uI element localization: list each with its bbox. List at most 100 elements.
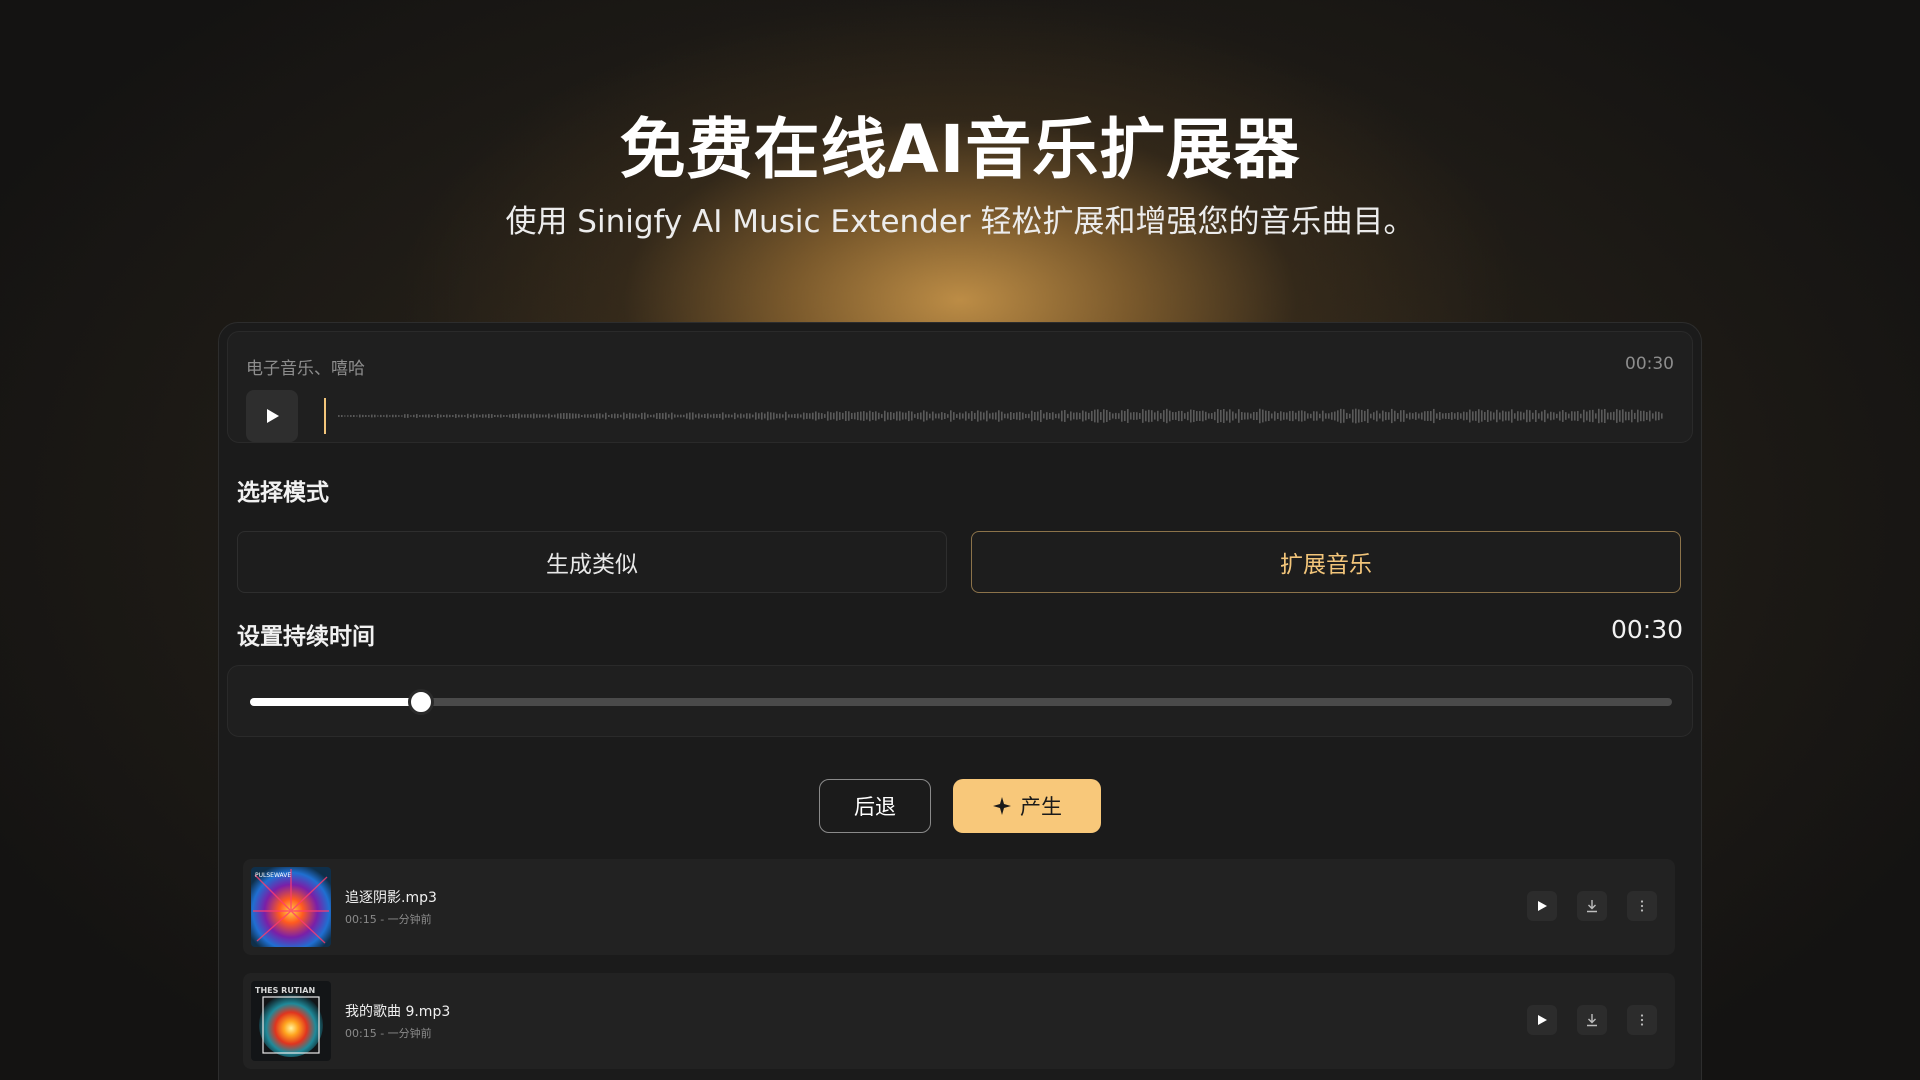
waveform-bar <box>1577 410 1579 422</box>
waveform-bar <box>743 414 745 418</box>
track-more-button[interactable] <box>1627 1005 1657 1035</box>
waveform-bar <box>1625 411 1627 421</box>
mode-extend-music-button[interactable]: 扩展音乐 <box>971 531 1681 593</box>
waveform-bar <box>806 413 808 419</box>
waveform-bar <box>623 412 625 420</box>
waveform-bar <box>911 411 913 421</box>
waveform-bar <box>1637 409 1639 423</box>
waveform-bar <box>1109 411 1111 421</box>
waveform-bar <box>1544 409 1546 423</box>
waveform-bar <box>1337 410 1339 422</box>
waveform-bar <box>1163 410 1165 422</box>
waveform-bar <box>1571 411 1573 421</box>
track-cover-art: THES RUTIAN <box>251 981 331 1061</box>
waveform-bar <box>665 412 667 420</box>
waveform-bar <box>878 412 880 420</box>
waveform-bar <box>761 412 763 420</box>
waveform-bar <box>1271 413 1273 419</box>
audio-waveform[interactable] <box>324 392 1664 440</box>
audio-play-button[interactable] <box>246 390 298 442</box>
waveform-bar <box>935 413 937 419</box>
waveform-bar <box>1145 410 1147 422</box>
waveform-bar <box>1529 410 1531 422</box>
waveform-bar <box>1394 410 1396 422</box>
waveform-bar <box>1553 412 1555 420</box>
waveform-bar <box>479 414 481 418</box>
mode-generate-similar-button[interactable]: 生成类似 <box>237 531 947 593</box>
waveform-bar <box>956 414 958 418</box>
track-title: 追逐阴影.mp3 <box>345 890 437 906</box>
waveform-bar <box>1550 411 1552 421</box>
track-download-button[interactable] <box>1577 1005 1607 1035</box>
track-cover-text: THES RUTIAN <box>255 986 315 995</box>
waveform-bar <box>689 412 691 420</box>
waveform-bar <box>1247 412 1249 420</box>
more-vertical-icon <box>1640 900 1644 912</box>
waveform-bar <box>800 414 802 418</box>
track-play-button[interactable] <box>1527 891 1557 921</box>
waveform-bar <box>1115 412 1117 420</box>
waveform-bar <box>671 412 673 420</box>
waveform-bar <box>1523 412 1525 420</box>
waveform-bar <box>1346 412 1348 420</box>
waveform-bar <box>611 414 613 418</box>
waveform-bar <box>359 414 361 418</box>
waveform-bar <box>1061 410 1063 422</box>
track-row[interactable]: THES RUTIAN 我的歌曲 9.mp3 00:15 - 一分钟前 <box>243 973 1675 1069</box>
back-button[interactable]: 后退 <box>819 779 931 833</box>
waveform-bar <box>590 414 592 418</box>
waveform-bar <box>1517 411 1519 421</box>
waveform-bar <box>1613 411 1615 421</box>
generate-button[interactable]: 产生 <box>953 779 1101 833</box>
waveform-bar <box>557 413 559 419</box>
waveform-bar <box>431 414 433 418</box>
waveform-bar <box>554 414 556 418</box>
waveform-bar <box>497 414 499 418</box>
waveform-bar <box>1106 409 1108 423</box>
duration-slider-thumb[interactable] <box>407 689 434 715</box>
waveform-bar <box>464 415 466 417</box>
waveform-bar <box>467 413 469 419</box>
waveform-bar <box>764 413 766 419</box>
waveform-bar <box>908 410 910 422</box>
waveform-bar <box>845 411 847 421</box>
track-row[interactable]: PULSEWAVE 追逐阴影.mp3 00:15 - 一分钟前 <box>243 859 1675 955</box>
track-play-button[interactable] <box>1527 1005 1557 1035</box>
waveform-bar <box>437 413 439 419</box>
waveform-bar <box>593 414 595 418</box>
waveform-bar <box>626 413 628 419</box>
waveform-bar <box>686 413 688 419</box>
waveform-bar <box>989 413 991 419</box>
waveform-bar <box>1355 408 1357 424</box>
waveform-bar <box>872 412 874 420</box>
waveform-bar <box>1634 412 1636 420</box>
waveform-bar <box>1184 413 1186 419</box>
waveform-bar <box>1037 411 1039 421</box>
waveform-bar <box>797 413 799 419</box>
waveform-bar <box>398 415 400 417</box>
waveform-bar <box>863 411 865 421</box>
duration-slider-card <box>227 665 1693 737</box>
waveform-bar <box>1466 412 1468 420</box>
waveform-bar <box>1004 413 1006 419</box>
waveform-bar <box>977 410 979 422</box>
duration-slider-track[interactable] <box>250 689 1672 715</box>
waveform-bar <box>1526 409 1528 423</box>
duration-slider-fill <box>250 698 421 706</box>
track-download-button[interactable] <box>1577 891 1607 921</box>
waveform-bar <box>1424 411 1426 421</box>
waveform-bar <box>1562 410 1564 422</box>
waveform-bar <box>344 415 346 417</box>
waveform-bar <box>1229 409 1231 423</box>
waveform-bar <box>1532 412 1534 420</box>
waveform-bar <box>1502 410 1504 422</box>
waveform-bar <box>914 414 916 418</box>
waveform-bar <box>608 414 610 418</box>
track-more-button[interactable] <box>1627 891 1657 921</box>
waveform-bar <box>1361 409 1363 423</box>
waveform-bar <box>1388 412 1390 420</box>
waveform-bar <box>1508 411 1510 421</box>
waveform-bar <box>962 413 964 419</box>
waveform-bar <box>1586 411 1588 421</box>
waveform-bar <box>1610 412 1612 420</box>
